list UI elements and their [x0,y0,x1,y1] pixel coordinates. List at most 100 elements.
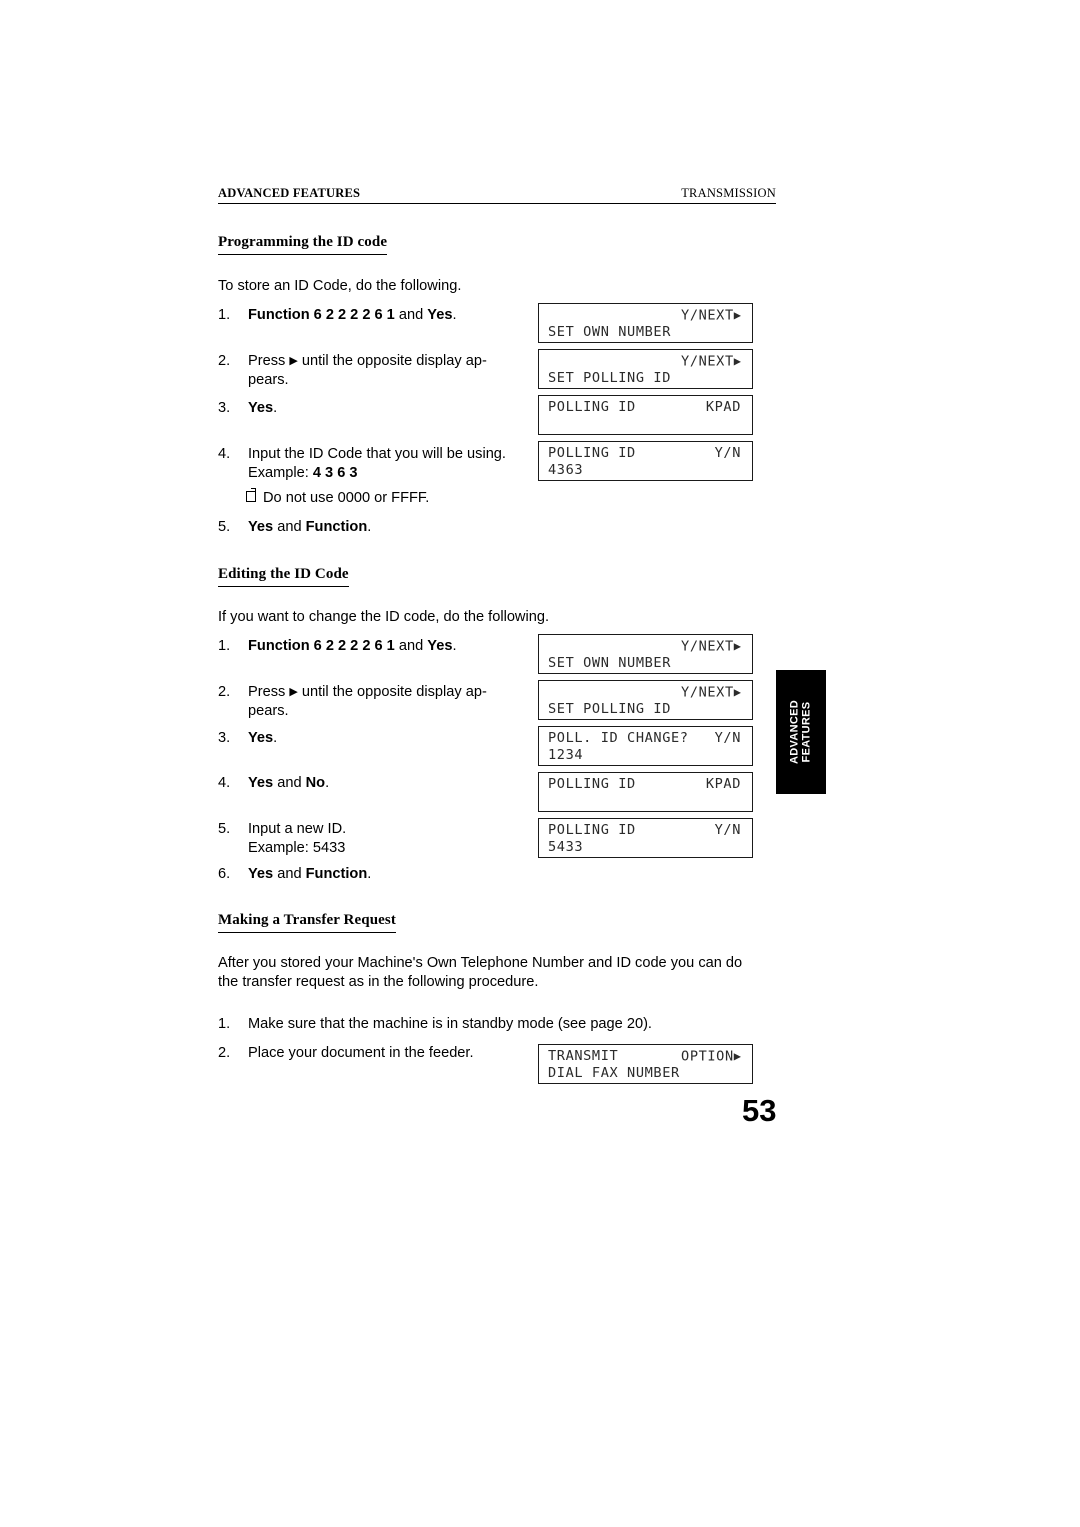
lcd-display-polling-id-kpad-1: POLLING ID KPAD [538,395,753,435]
step-editing-1: 1. Function 6 2 2 2 2 6 1 and Yes. [218,637,528,656]
step-number: 5. [218,821,231,837]
step-programming-5: 5. Yes and Function. [218,518,518,537]
lcd-line-2: SET OWN NUMBER [548,324,671,340]
lcd-line1-right: Y/N [714,730,741,746]
step-text: Yes and No. [248,775,330,791]
lcd-line1-left: POLLING ID [548,776,636,792]
right-arrow-icon: ▶ [289,355,298,367]
step-transfer-1: 1. Make sure that the machine is in stan… [218,1015,738,1034]
step-text: Input the ID Code that you will be using… [248,446,506,481]
right-arrow-icon: ▶ [733,354,741,368]
lcd-line-2: DIAL FAX NUMBER [548,1065,680,1081]
lcd-line-1: TRANSMIT OPTION▶ [548,1047,746,1065]
lcd-line1-left: POLLING ID [548,822,636,838]
heading-making-a-transfer-request: Making a Transfer Request [218,912,396,933]
step-programming-3: 3. Yes. [218,399,518,418]
step-number: 3. [218,400,231,416]
step-editing-2: 2. Press ▶ until the opposite display ap… [218,683,518,721]
step-text: Make sure that the machine is in standby… [248,1016,652,1032]
lcd-line-2 [548,415,746,433]
step-number: 6. [218,866,231,882]
lcd-line-1: POLLING ID Y/N [548,444,746,462]
lcd-line1-right: KPAD [705,399,741,415]
lcd-line1-right: Y/NEXT▶ [681,684,741,701]
lcd-display-set-polling-id-2: Y/NEXT▶ SET POLLING ID [538,680,753,720]
step-text: Yes and Function. [248,866,372,882]
lcd-line1-right: Y/NEXT▶ [681,353,741,370]
lcd-line-1: Y/NEXT▶ [548,306,746,324]
step-number: 1. [218,1016,231,1032]
step-text: Input a new ID. Example: 5433 [248,821,347,856]
right-arrow-icon: ▶ [733,1049,741,1063]
page-number: 53 [742,1093,777,1128]
lcd-display-set-own-number-1: Y/NEXT▶ SET OWN NUMBER [538,303,753,343]
step-transfer-2: 2. Place your document in the feeder. [218,1044,548,1063]
header-right-label: TRANSMISSION [681,186,776,200]
lcd-display-set-own-number-2: Y/NEXT▶ SET OWN NUMBER [538,634,753,674]
side-thumb-tab: ADVANCED FEATURES [776,670,826,794]
note-icon [246,488,257,502]
step-number: 1. [218,307,231,323]
lcd-line1-left: POLLING ID [548,399,636,415]
step-editing-4: 4. Yes and No. [218,774,518,793]
lcd-line1-right: Y/N [714,445,741,461]
lcd-line1-left: POLLING ID [548,445,636,461]
intro-programming: To store an ID Code, do the following. [218,278,462,294]
lcd-line1-right: Y/NEXT▶ [681,638,741,655]
lcd-display-polling-id-kpad-2: POLLING ID KPAD [538,772,753,812]
right-arrow-icon: ▶ [733,685,741,699]
step-programming-4: 4. Input the ID Code that you will be us… [218,445,538,483]
step-editing-6: 6. Yes and Function. [218,865,518,884]
lcd-line-1: POLLING ID Y/N [548,821,746,839]
step-number: 3. [218,730,231,746]
step-text: Yes and Function. [248,519,372,535]
lcd-line-1: POLLING ID KPAD [548,398,746,416]
lcd-display-set-polling-id-1: Y/NEXT▶ SET POLLING ID [538,349,753,389]
intro-transfer: After you stored your Machine's Own Tele… [218,954,788,992]
step-text: Press ▶ until the opposite display ap-pe… [248,684,487,719]
document-page: ADVANCED FEATURES TRANSMISSION Programmi… [0,0,1080,1527]
step-number: 2. [218,684,231,700]
running-header: ADVANCED FEATURES TRANSMISSION [218,186,776,206]
lcd-display-polling-id-5433: POLLING ID Y/N 5433 [538,818,753,858]
step-text: Yes. [248,730,278,746]
lcd-line1-right: OPTION▶ [681,1048,741,1065]
lcd-line-1: Y/NEXT▶ [548,352,746,370]
step-number: 5. [218,519,231,535]
step-text: Function 6 2 2 2 2 6 1 and Yes. [248,638,457,654]
lcd-line-2: SET POLLING ID [548,370,671,386]
intro-transfer-line-2: the transfer request as in the following… [218,974,539,990]
intro-editing: If you want to change the ID code, do th… [218,609,550,625]
lcd-line-2: 4363 [548,462,584,478]
intro-transfer-line-1: After you stored your Machine's Own Tele… [218,955,743,971]
step-text: Yes. [248,400,278,416]
lcd-line-2: SET OWN NUMBER [548,655,671,671]
header-left-label: ADVANCED FEATURES [218,186,361,200]
lcd-display-poll-id-change-1234: POLL. ID CHANGE? Y/N 1234 [538,726,753,766]
lcd-line-2: 1234 [548,747,584,763]
side-tab-line-1: ADVANCED [788,700,801,764]
header-rule [218,203,776,204]
right-arrow-icon: ▶ [733,308,741,322]
lcd-line-1: POLL. ID CHANGE? Y/N [548,729,746,747]
step-text: Press ▶ until the opposite display ap-pe… [248,353,487,388]
lcd-line-2: SET POLLING ID [548,701,671,717]
step-number: 1. [218,638,231,654]
step-text: Place your document in the feeder. [248,1045,474,1061]
lcd-line1-right: Y/NEXT▶ [681,307,741,324]
side-tab-line-2: FEATURES [800,701,812,763]
step-number: 4. [218,446,231,462]
step-number: 2. [218,353,231,369]
side-tab-text: ADVANCED FEATURES [788,700,813,764]
lcd-line1-right: KPAD [705,776,741,792]
lcd-line-2 [548,792,746,810]
heading-editing-the-id-code: Editing the ID Code [218,566,349,587]
step-editing-3: 3. Yes. [218,729,518,748]
lcd-display-transmit-dial-fax-number: TRANSMIT OPTION▶ DIAL FAX NUMBER [538,1044,753,1084]
heading-programming-the-id-code: Programming the ID code [218,234,388,255]
step-programming-1: 1. Function 6 2 2 2 2 6 1 and Yes. [218,306,528,325]
right-arrow-icon: ▶ [289,686,298,698]
step-number: 4. [218,775,231,791]
lcd-line1-left: POLL. ID CHANGE? [548,730,689,746]
lcd-line-1: POLLING ID KPAD [548,775,746,793]
